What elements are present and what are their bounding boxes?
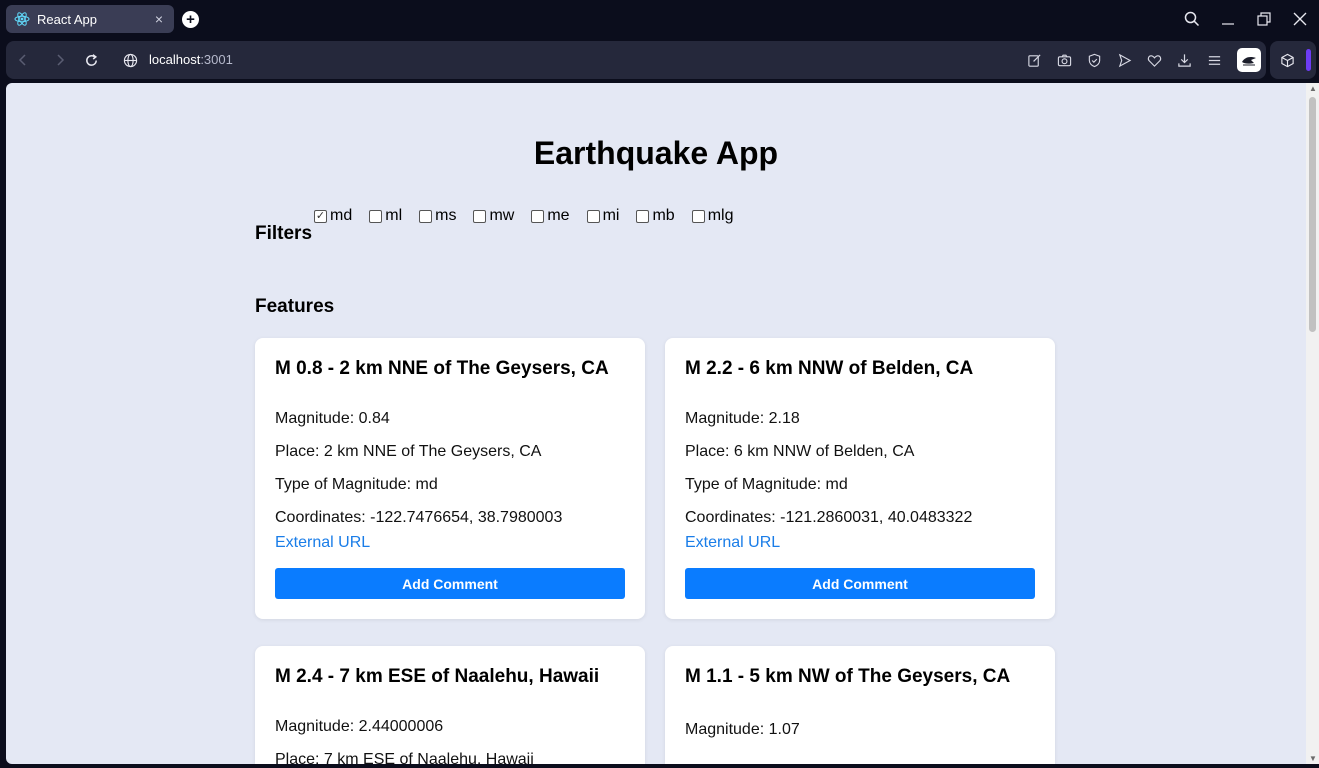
heart-icon[interactable]	[1145, 51, 1163, 69]
restore-icon[interactable]	[1253, 8, 1275, 30]
filter-label: mw	[489, 207, 515, 224]
forward-arrow-icon[interactable]	[50, 50, 70, 70]
feature-title: M 1.1 - 5 km NW of The Geysers, CA	[685, 666, 1011, 687]
feature-card: M 2.2 - 6 km NNW of Belden, CA Magnitude…	[665, 338, 1055, 619]
checkbox[interactable]	[531, 209, 545, 223]
features-heading: Features	[255, 296, 335, 317]
checkbox[interactable]	[419, 209, 433, 223]
checkbox[interactable]	[473, 209, 487, 223]
search-icon[interactable]	[1181, 8, 1203, 30]
feature-magnitude: Magnitude: 1.07	[685, 721, 800, 738]
tab-close-icon[interactable]: ×	[152, 11, 166, 27]
scroll-down-arrow-icon[interactable]: ▼	[1309, 755, 1317, 763]
feature-coordinates: Coordinates: -121.2860031, 40.0483322	[685, 509, 973, 526]
vertical-scrollbar[interactable]: ▲ ▼	[1306, 83, 1319, 764]
url-host: localhost	[149, 52, 201, 67]
reload-icon[interactable]	[81, 50, 101, 70]
feature-card: M 1.1 - 5 km NW of The Geysers, CA Magni…	[665, 646, 1055, 764]
filter-mw[interactable]: mw	[473, 207, 514, 225]
globe-icon	[120, 50, 140, 70]
add-comment-button[interactable]: Add Comment	[275, 568, 625, 599]
filter-ml[interactable]: ml	[369, 207, 402, 225]
add-comment-button[interactable]: Add Comment	[685, 568, 1035, 599]
filter-label: mb	[652, 207, 675, 224]
extension-icon[interactable]	[1237, 48, 1261, 72]
back-arrow-icon[interactable]	[13, 50, 33, 70]
filter-label: ml	[385, 207, 403, 224]
minimize-icon[interactable]	[1217, 8, 1239, 30]
new-tab-button[interactable]: +	[182, 11, 199, 28]
feature-place: Place: 6 km NNW of Belden, CA	[685, 443, 915, 460]
feature-magnitude: Magnitude: 2.44000006	[275, 718, 444, 735]
feature-magnitude-type: Type of Magnitude: md	[275, 476, 438, 493]
page-viewport: Earthquake App ✓ md ml ms mw me mi mb mlg…	[6, 83, 1319, 764]
scroll-up-arrow-icon[interactable]: ▲	[1309, 85, 1317, 93]
checkbox[interactable]	[691, 209, 705, 223]
react-logo-icon	[14, 11, 30, 27]
camera-icon[interactable]	[1055, 51, 1073, 69]
checkbox[interactable]	[586, 209, 600, 223]
filter-mb[interactable]: mb	[636, 207, 675, 225]
tab-title: React App	[37, 11, 97, 27]
send-icon[interactable]	[1115, 51, 1133, 69]
external-url-link[interactable]: External URL	[275, 534, 625, 552]
filter-label: me	[547, 207, 570, 224]
sidebar-accent-bar	[1306, 49, 1311, 71]
feature-title: M 2.4 - 7 km ESE of Naalehu, Hawaii	[275, 666, 600, 687]
filter-mi[interactable]: mi	[586, 207, 620, 225]
feature-place: Place: 2 km NNE of The Geysers, CA	[275, 443, 542, 460]
menu-icon[interactable]	[1205, 51, 1223, 69]
external-url-link[interactable]: External URL	[685, 534, 1035, 552]
feature-place: Place: 7 km ESE of Naalehu, Hawaii	[275, 751, 534, 764]
filter-label: mlg	[707, 207, 734, 224]
filter-md[interactable]: ✓ md	[314, 207, 352, 225]
feature-title: M 2.2 - 6 km NNW of Belden, CA	[685, 358, 974, 379]
browser-tab[interactable]: React App ×	[6, 5, 174, 33]
feature-magnitude: Magnitude: 0.84	[275, 410, 390, 427]
cube-icon[interactable]	[1278, 51, 1296, 69]
filter-mlg[interactable]: mlg	[691, 207, 734, 225]
filter-ms[interactable]: ms	[419, 207, 456, 225]
title-bar: React App × +	[0, 0, 1319, 38]
feature-title: M 0.8 - 2 km NNE of The Geysers, CA	[275, 358, 609, 379]
filter-label: mi	[602, 207, 620, 224]
checkbox[interactable]	[369, 209, 383, 223]
feature-magnitude: Magnitude: 2.18	[685, 410, 800, 427]
filter-checkbox-group: ✓ md ml ms mw me mi mb mlg	[314, 207, 750, 225]
url-port: :3001	[200, 52, 233, 67]
filters-heading: Filters	[255, 223, 313, 244]
close-window-icon[interactable]	[1289, 8, 1311, 30]
page-title: Earthquake App	[533, 135, 779, 171]
navigation-bar: localhost:3001	[6, 41, 1266, 79]
checkbox[interactable]	[636, 209, 650, 223]
filter-label: md	[330, 207, 353, 224]
feature-card: M 0.8 - 2 km NNE of The Geysers, CA Magn…	[255, 338, 645, 619]
filter-me[interactable]: me	[531, 207, 570, 225]
filter-label: ms	[435, 207, 457, 224]
download-icon[interactable]	[1175, 51, 1193, 69]
feature-coordinates: Coordinates: -122.7476654, 38.7980003	[275, 509, 563, 526]
shield-icon[interactable]	[1085, 51, 1103, 69]
feature-magnitude-type: Type of Magnitude: md	[685, 476, 848, 493]
checkbox-checked[interactable]: ✓	[314, 209, 327, 223]
feature-card: M 2.4 - 7 km ESE of Naalehu, Hawaii Magn…	[255, 646, 645, 764]
scrollbar-thumb[interactable]	[1309, 97, 1316, 332]
edit-icon[interactable]	[1025, 51, 1043, 69]
address-bar[interactable]: localhost:3001	[149, 52, 233, 67]
